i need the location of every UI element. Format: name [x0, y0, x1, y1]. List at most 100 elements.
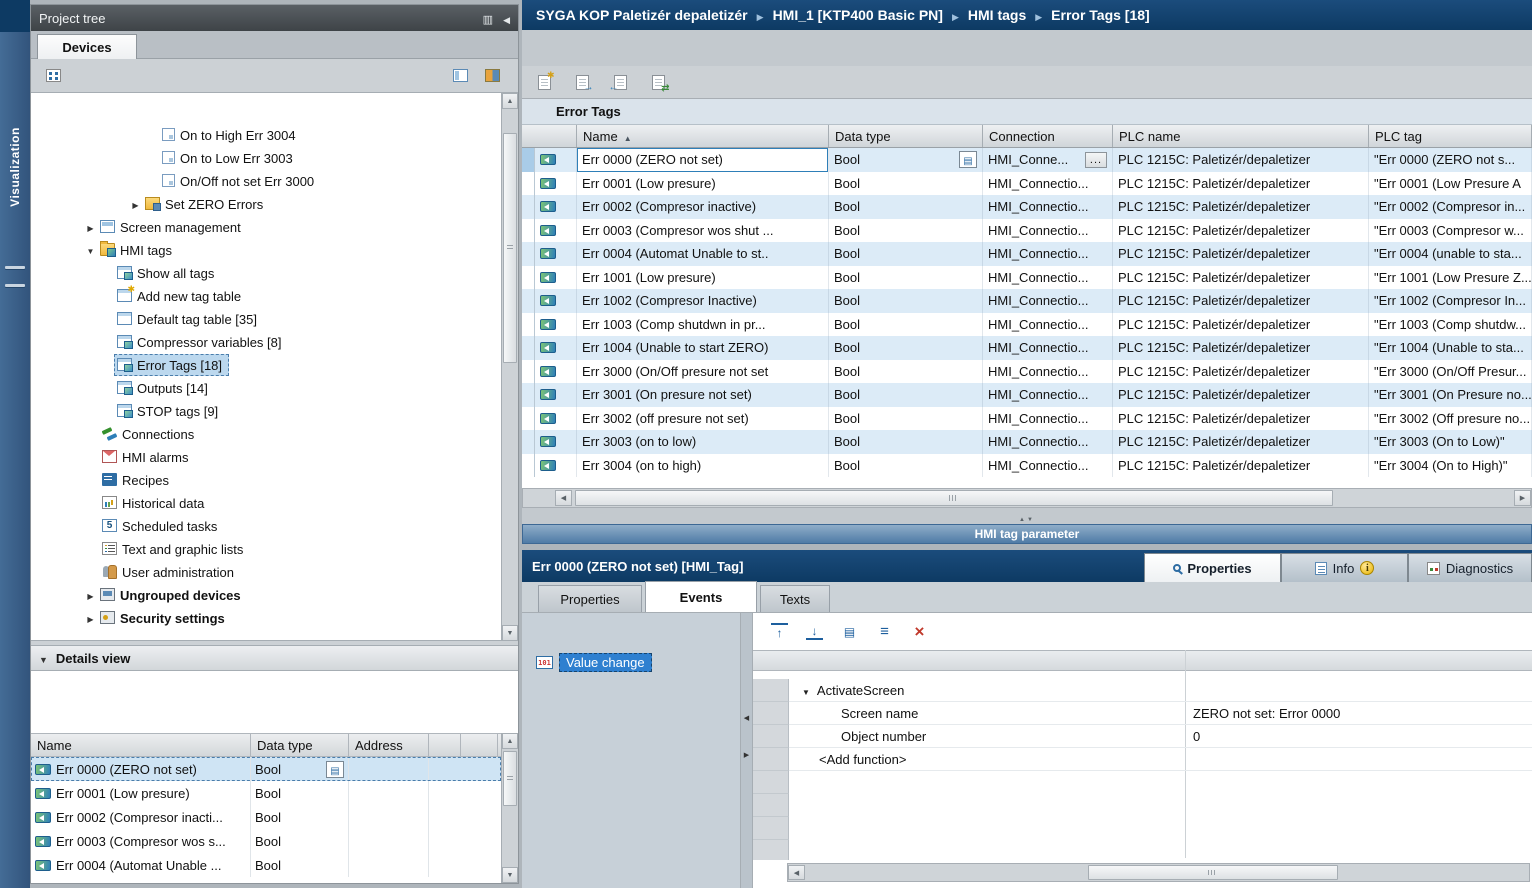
- collapse-all-icon[interactable]: [876, 623, 893, 640]
- cell-plc-tag[interactable]: "Err 0002 (Compresor in...: [1369, 195, 1532, 219]
- scroll-down-icon[interactable]: [502, 867, 518, 883]
- subtab-texts[interactable]: Texts: [760, 585, 830, 612]
- cell-plc-tag[interactable]: "Err 0004 (unable to sta...: [1369, 242, 1532, 266]
- tag-table-row[interactable]: Err 0000 (ZERO not set) Bool HMI_Conne..…: [522, 148, 1532, 172]
- cell-plc-tag[interactable]: "Err 1004 (Unable to sta...: [1369, 336, 1532, 360]
- tree-item[interactable]: On to High Err 3004: [31, 123, 503, 146]
- cell-data-type[interactable]: Bool: [829, 289, 983, 313]
- tree-item[interactable]: Error Tags [18]: [31, 353, 503, 376]
- cell-connection[interactable]: HMI_Connectio...: [983, 407, 1113, 431]
- move-down-icon[interactable]: [806, 623, 823, 640]
- cell-plc-tag[interactable]: "Err 1002 (Compresor In...: [1369, 289, 1532, 313]
- details-row[interactable]: Err 0004 (Automat Unable ... Bool: [31, 853, 501, 877]
- cell-connection[interactable]: HMI_Connectio...: [983, 336, 1113, 360]
- collapse-handle-icon[interactable]: [1019, 509, 1035, 524]
- details-row[interactable]: Err 0001 (Low presure) Bool: [31, 781, 501, 805]
- import-tags-button[interactable]: [606, 69, 634, 95]
- strip-handle-icon[interactable]: [5, 284, 25, 287]
- cell-data-type[interactable]: Bool: [829, 242, 983, 266]
- param-value[interactable]: ZERO not set: Error 0000: [1193, 706, 1340, 721]
- tag-table-row[interactable]: Err 3001 (On presure not set) Bool HMI_C…: [522, 383, 1532, 407]
- chevron-down-icon[interactable]: [84, 242, 97, 257]
- cell-name[interactable]: Err 1003 (Comp shutdwn in pr...: [577, 313, 829, 337]
- cell-plc-name[interactable]: PLC 1215C: Paletizér/depaletizer: [1113, 313, 1369, 337]
- cell-connection[interactable]: HMI_Connectio...: [983, 383, 1113, 407]
- cell-plc-name[interactable]: PLC 1215C: Paletizér/depaletizer: [1113, 266, 1369, 290]
- tag-table-row[interactable]: Err 3000 (On/Off presure not set Bool HM…: [522, 360, 1532, 384]
- details-row[interactable]: Err 0003 (Compresor wos s... Bool: [31, 829, 501, 853]
- cell-data-type[interactable]: Bool: [829, 195, 983, 219]
- cell-name[interactable]: Err 3003 (on to low): [577, 430, 829, 454]
- cell-connection[interactable]: HMI_Connectio...: [983, 195, 1113, 219]
- cell-plc-name[interactable]: PLC 1215C: Paletizér/depaletizer: [1113, 195, 1369, 219]
- tag-table-row[interactable]: Err 1004 (Unable to start ZERO) Bool HMI…: [522, 336, 1532, 360]
- strip-handle-icon[interactable]: [5, 266, 25, 269]
- cell-connection[interactable]: HMI_Connectio...: [983, 289, 1113, 313]
- scrollbar-thumb[interactable]: [503, 751, 517, 806]
- cell-plc-tag[interactable]: "Err 3000 (On/Off Presur...: [1369, 360, 1532, 384]
- details-column-header[interactable]: [461, 734, 498, 756]
- cell-plc-tag[interactable]: "Err 1003 (Comp shutdw...: [1369, 313, 1532, 337]
- move-up-icon[interactable]: [771, 623, 788, 640]
- cell-data-type[interactable]: Bool: [829, 148, 983, 172]
- collapse-right-icon[interactable]: [744, 745, 749, 760]
- cell-connection[interactable]: HMI_Connectio...: [983, 172, 1113, 196]
- cell-connection[interactable]: HMI_Connectio...: [983, 313, 1113, 337]
- cell-plc-name[interactable]: PLC 1215C: Paletizér/depaletizer: [1113, 407, 1369, 431]
- tag-table-row[interactable]: Err 1002 (Compresor Inactive) Bool HMI_C…: [522, 289, 1532, 313]
- cell-name[interactable]: Err 0000 (ZERO not set): [577, 148, 829, 172]
- connection-browse-button[interactable]: ...: [1085, 152, 1107, 168]
- inspector-tab-properties[interactable]: Properties: [1144, 553, 1281, 582]
- cell-plc-name[interactable]: PLC 1215C: Paletizér/depaletizer: [1113, 172, 1369, 196]
- details-column-header[interactable]: Name: [31, 734, 251, 756]
- tag-table-row[interactable]: Err 0002 (Compresor inactive) Bool HMI_C…: [522, 195, 1532, 219]
- cell-name[interactable]: Err 1002 (Compresor Inactive): [577, 289, 829, 313]
- cell-name[interactable]: Err 3000 (On/Off presure not set: [577, 360, 829, 384]
- panel-mode-icon[interactable]: [483, 11, 493, 26]
- inspector-tab-diagnostics[interactable]: Diagnostics: [1408, 553, 1532, 582]
- cell-data-type[interactable]: Bool: [829, 266, 983, 290]
- column-header-data-type[interactable]: Data type: [829, 125, 983, 147]
- cell-plc-name[interactable]: PLC 1215C: Paletizér/depaletizer: [1113, 336, 1369, 360]
- breadcrumb-item[interactable]: HMI_1 [KTP400 Basic PN]: [773, 7, 943, 23]
- cell-data-type[interactable]: Bool: [829, 383, 983, 407]
- hmi-tag-parameter-bar[interactable]: HMI tag parameter: [522, 524, 1532, 544]
- event-function-row[interactable]: ActivateScreen: [753, 679, 1532, 702]
- cell-data-type[interactable]: Bool: [829, 407, 983, 431]
- scroll-left-icon[interactable]: [788, 865, 805, 880]
- cell-plc-name[interactable]: PLC 1215C: Paletizér/depaletizer: [1113, 454, 1369, 478]
- cell-connection[interactable]: HMI_Connectio...: [983, 219, 1113, 243]
- cell-data-type[interactable]: Bool: [829, 336, 983, 360]
- insert-tag-button[interactable]: [530, 69, 558, 95]
- chevron-right-icon[interactable]: [129, 196, 142, 211]
- tree-item[interactable]: Compressor variables [8]: [31, 330, 503, 353]
- cell-data-type[interactable]: Bool: [829, 172, 983, 196]
- tag-table-row[interactable]: Err 3002 (off presure not set) Bool HMI_…: [522, 407, 1532, 431]
- cell-connection[interactable]: HMI_Connectio...: [983, 360, 1113, 384]
- tree-item[interactable]: Historical data: [31, 491, 503, 514]
- tree-item[interactable]: Show all tags: [31, 261, 503, 284]
- tree-item[interactable]: Screen management: [31, 215, 503, 238]
- tree-item[interactable]: Outputs [14]: [31, 376, 503, 399]
- expand-all-icon[interactable]: [841, 623, 858, 640]
- cell-plc-tag[interactable]: "Err 1001 (Low Presure Z...: [1369, 266, 1532, 290]
- column-header-plc-name[interactable]: PLC name: [1113, 125, 1369, 147]
- project-tree-scrollbar[interactable]: [501, 93, 518, 641]
- cell-data-type[interactable]: Bool: [829, 219, 983, 243]
- editor-splitter[interactable]: [522, 508, 1532, 524]
- column-header-connection[interactable]: Connection: [983, 125, 1113, 147]
- cell-plc-tag[interactable]: "Err 3001 (On Presure no...: [1369, 383, 1532, 407]
- inspector-tab-info[interactable]: Infoi: [1281, 553, 1408, 582]
- add-function-link[interactable]: <Add function>: [789, 752, 906, 767]
- cell-connection[interactable]: HMI_Connectio...: [983, 430, 1113, 454]
- breadcrumb-item[interactable]: SYGA KOP Paletizér depaletizér: [536, 7, 748, 23]
- breadcrumb-item[interactable]: Error Tags [18]: [1051, 7, 1150, 23]
- collapse-left-icon[interactable]: [744, 708, 749, 723]
- details-row[interactable]: Err 0002 (Compresor inacti... Bool: [31, 805, 501, 829]
- cell-plc-tag[interactable]: "Err 0000 (ZERO not s...: [1369, 148, 1532, 172]
- delete-function-icon[interactable]: [911, 623, 928, 640]
- cell-plc-name[interactable]: PLC 1215C: Paletizér/depaletizer: [1113, 383, 1369, 407]
- column-header-name[interactable]: Name: [577, 125, 829, 147]
- details-row[interactable]: Err 0000 (ZERO not set) Bool: [31, 757, 501, 781]
- scrollbar-thumb[interactable]: [503, 133, 517, 363]
